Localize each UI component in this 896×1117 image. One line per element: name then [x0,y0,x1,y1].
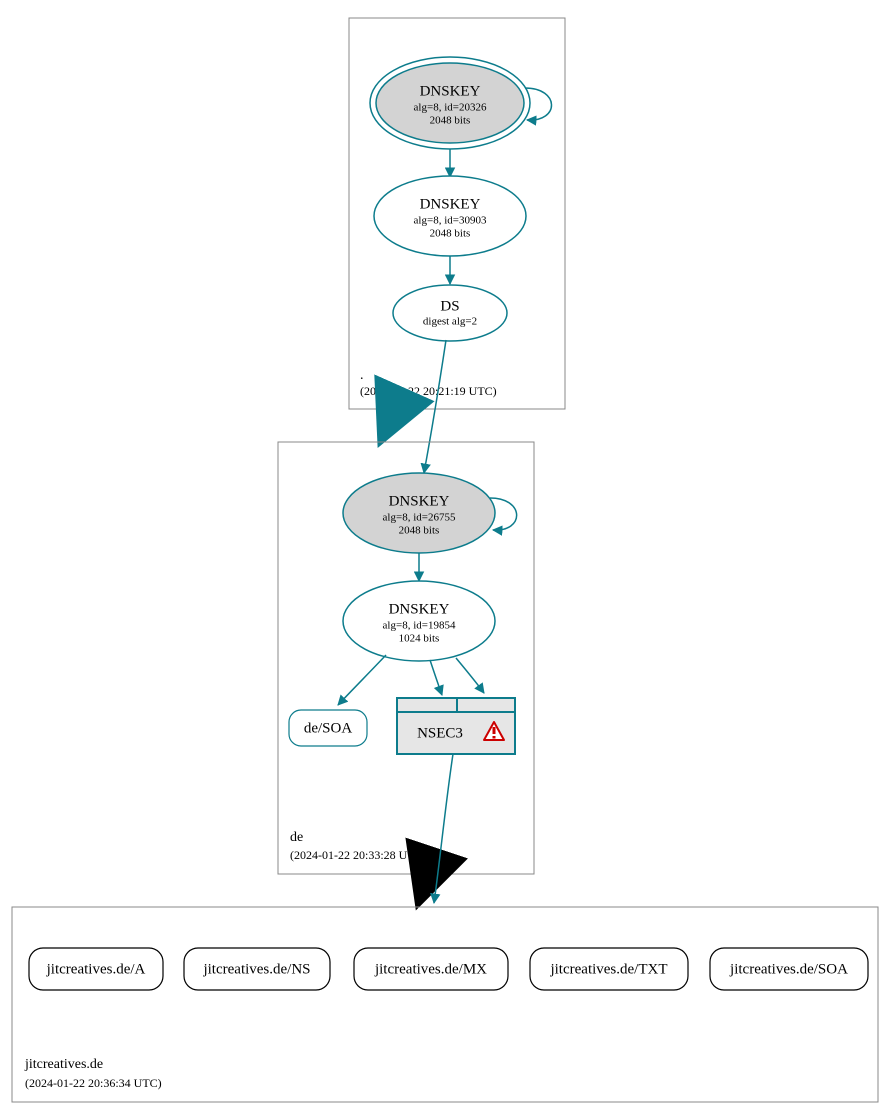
de-soa-label: de/SOA [304,720,353,736]
de-nsec3-label: NSEC3 [417,725,463,741]
de-ksk-title: DNSKEY [389,493,450,509]
zone-de-name: de [290,830,303,845]
edge-de-zsk-nsec3b [456,658,484,693]
zone-de-ts: (2024-01-22 20:33:28 UTC) [290,848,427,862]
zone-child-name: jitcreatives.de [24,1057,103,1072]
edge-ds-to-de-ksk [424,340,446,473]
zone-root-ts: (2024-01-22 20:21:19 UTC) [360,384,497,398]
rr-mx-label: jitcreatives.de/MX [374,961,487,977]
de-zsk-sub1: alg=8, id=19854 [383,620,456,632]
rr-txt-label: jitcreatives.de/TXT [549,961,667,977]
de-zsk-sub2: 1024 bits [399,633,440,645]
root-ksk-sub1: alg=8, id=20326 [414,102,487,114]
root-ksk-title: DNSKEY [420,83,481,99]
node-root-zsk: DNSKEY alg=8, id=30903 2048 bits [374,176,526,256]
node-root-ds: DS digest alg=2 [393,285,507,341]
de-ksk-sub2: 2048 bits [399,525,440,537]
de-zsk-title: DNSKEY [389,601,450,617]
edge-de-zsk-soa [338,655,386,705]
zone-root-name: . [360,368,364,383]
root-ds-title: DS [440,298,459,314]
dnssec-diagram: . (2024-01-22 20:21:19 UTC) DNSKEY alg=8… [0,0,896,1117]
root-zsk-title: DNSKEY [420,196,481,212]
node-de-soa: de/SOA [289,710,367,746]
edge-de-zsk-nsec3a [430,660,442,695]
rr-soa: jitcreatives.de/SOA [710,948,868,990]
root-ksk-sub2: 2048 bits [430,115,471,127]
node-root-ksk: DNSKEY alg=8, id=20326 2048 bits [370,57,530,149]
node-de-zsk: DNSKEY alg=8, id=19854 1024 bits [343,581,495,661]
edge-zone-de-to-child [420,874,428,898]
node-de-nsec3: NSEC3 [397,698,515,754]
edge-nsec3-to-child [434,754,453,903]
root-zsk-sub1: alg=8, id=30903 [414,215,487,227]
rr-ns-label: jitcreatives.de/NS [202,961,310,977]
edge-zone-root-to-de [383,409,395,436]
rr-ns: jitcreatives.de/NS [184,948,330,990]
rr-a-label: jitcreatives.de/A [46,961,146,977]
root-zsk-sub2: 2048 bits [430,228,471,240]
node-de-ksk: DNSKEY alg=8, id=26755 2048 bits [343,473,495,553]
rr-soa-label: jitcreatives.de/SOA [729,961,848,977]
rr-mx: jitcreatives.de/MX [354,948,508,990]
rr-a: jitcreatives.de/A [29,948,163,990]
rr-txt: jitcreatives.de/TXT [530,948,688,990]
zone-child-box [12,907,878,1102]
zone-child-ts: (2024-01-22 20:36:34 UTC) [25,1076,162,1090]
root-ds-sub1: digest alg=2 [423,316,477,328]
de-ksk-sub1: alg=8, id=26755 [383,512,456,524]
